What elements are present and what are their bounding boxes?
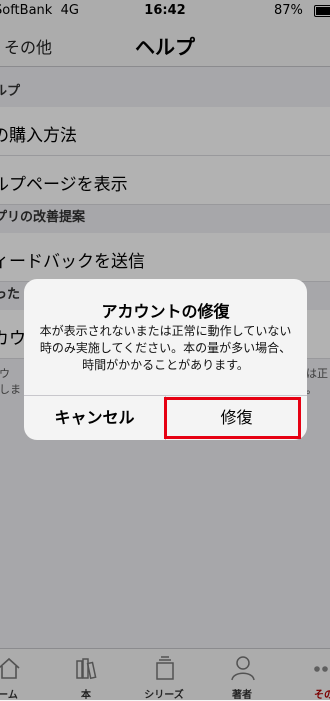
- app-screen: SoftBank 4G 16:42 87% その他 ヘルプ ルプ の購入方法 ル…: [0, 0, 330, 701]
- dialog-message: 本が表示されないまたは正常に動作していない時のみ実施してください。本の量が多い場…: [39, 324, 292, 372]
- highlight-box: [164, 397, 301, 439]
- cancel-button[interactable]: キャンセル: [24, 396, 165, 440]
- dialog-title: アカウントの修復: [101, 302, 230, 321]
